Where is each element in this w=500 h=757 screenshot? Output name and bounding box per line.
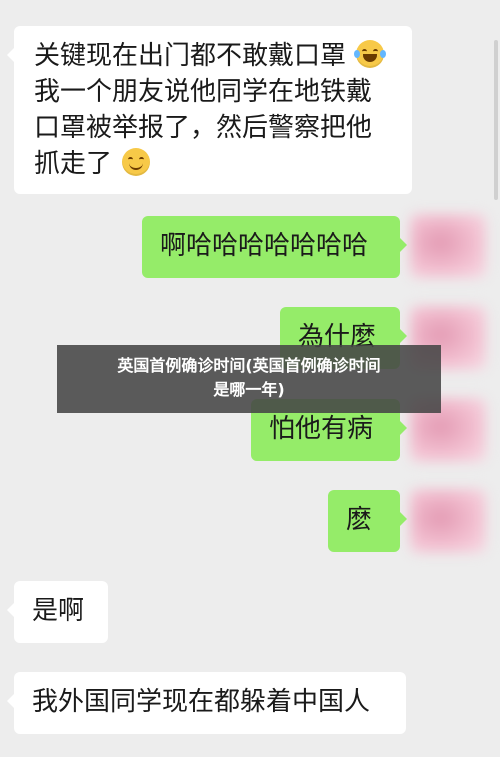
message-bubble-incoming[interactable]: 关键现在出门都不敢戴口罩 我一个朋友说他同学在地铁戴 口罩被举报了，然后警察把他… <box>7 26 412 194</box>
message-line: 关键现在出门都不敢戴口罩 <box>34 38 392 74</box>
message-bubble-outgoing[interactable]: 麽 <box>328 490 407 552</box>
message-line: 我一个朋友说他同学在地铁戴 <box>34 77 373 107</box>
tears-of-joy-emoji-icon <box>354 40 387 68</box>
overlay-line: 英国首例确诊时间(英国首例确诊时间 <box>117 356 381 375</box>
scrollbar[interactable] <box>494 40 498 200</box>
message-bubble-incoming[interactable]: 是啊 <box>7 581 108 643</box>
avatar[interactable] <box>410 214 486 278</box>
overlay-line: 是哪一年) <box>213 380 285 399</box>
smiling-emoji-icon <box>122 148 151 176</box>
title-overlay: 英国首例确诊时间(英国首例确诊时间 是哪一年) <box>57 345 441 413</box>
avatar[interactable] <box>410 489 486 553</box>
message-line: 口罩被举报了，然后警察把他 <box>34 113 373 143</box>
message-bubble-incoming[interactable]: 我外国同学现在都躲着中国人 <box>7 672 406 734</box>
message-bubble-outgoing[interactable]: 啊哈哈哈哈哈哈哈 <box>142 216 407 278</box>
message-line: 抓走了 <box>34 146 392 182</box>
